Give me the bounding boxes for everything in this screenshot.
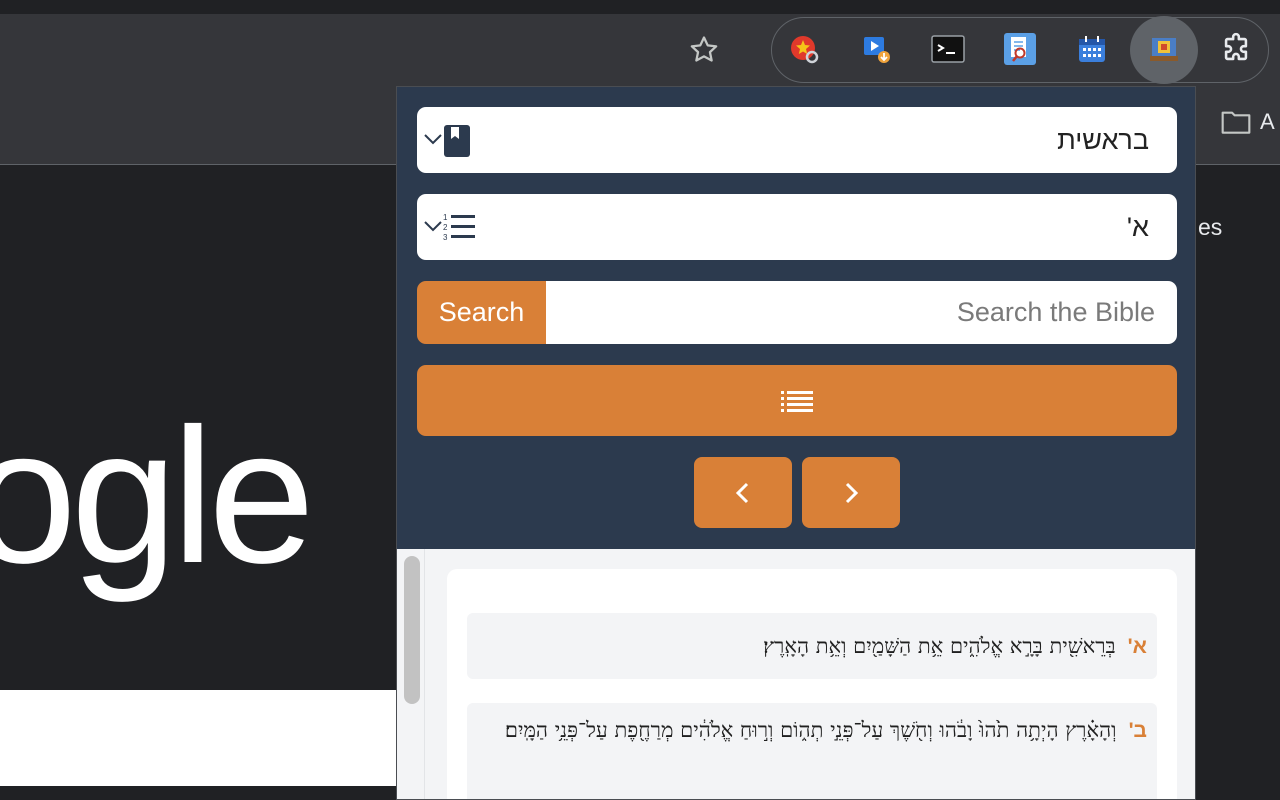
- verse-item: ב' וְהָאָ֗רֶץ הָיְתָ֥ה תֹ֙הוּ֙ וָבֹ֔הוּ ו…: [467, 703, 1157, 799]
- calendar-icon: [1079, 36, 1105, 62]
- verse-text: וְהָאָ֗רֶץ הָיְתָ֥ה תֹ֙הוּ֙ וָבֹ֔הוּ וְח…: [504, 718, 1117, 742]
- video-download-icon: [864, 37, 890, 63]
- book-select-value: בראשית: [1057, 125, 1149, 155]
- chevron-down-icon: [424, 221, 442, 232]
- bookmark-folder[interactable]: A: [1220, 108, 1275, 136]
- chapter-select-value: א': [1126, 212, 1149, 242]
- tab-strip: [0, 0, 1280, 14]
- search-button[interactable]: Search: [417, 281, 546, 344]
- bible-extension-popup: בראשית א' 123 Search א' בְּרֵאשִׁ֖ית בָּר…: [396, 86, 1196, 800]
- chevron-right-icon: [845, 482, 859, 503]
- table-of-contents-button[interactable]: [417, 365, 1177, 436]
- svg-text:2: 2: [443, 223, 448, 232]
- extension-bible-app-button[interactable]: [1146, 31, 1182, 67]
- bible-app-icon: [1150, 38, 1178, 61]
- chevron-left-icon: [735, 482, 749, 503]
- extension-star-search-button[interactable]: [786, 31, 822, 67]
- previous-chapter-button[interactable]: [694, 457, 792, 528]
- popup-header: בראשית א' 123 Search: [397, 87, 1195, 549]
- svg-text:3: 3: [443, 233, 448, 241]
- extension-document-search-button[interactable]: [1002, 31, 1038, 67]
- bookmark-folder-label: A: [1260, 109, 1275, 134]
- star-icon: [690, 36, 718, 62]
- verse-text: בְּרֵאשִׁ֖ית בָּרָ֣א אֱלֹהִ֑ים אֵ֥ת הַשָ…: [763, 634, 1116, 658]
- terminal-icon: [931, 35, 965, 63]
- search-input[interactable]: [546, 281, 1177, 344]
- svg-text:1: 1: [443, 213, 448, 222]
- verse-number: א': [1127, 635, 1147, 658]
- book-icon: [444, 125, 470, 157]
- google-logo: ogle: [0, 388, 315, 603]
- extension-terminal-button[interactable]: [930, 31, 966, 67]
- verse-item: א' בְּרֵאשִׁ֖ית בָּרָ֣א אֱלֹהִ֑ים אֵ֥ת הַ…: [467, 613, 1157, 679]
- puzzle-icon: [1224, 32, 1248, 61]
- next-chapter-button[interactable]: [802, 457, 900, 528]
- chapter-select[interactable]: א' 123: [417, 194, 1177, 260]
- scrollbar-thumb[interactable]: [404, 556, 420, 704]
- background-search-bar: [0, 690, 410, 786]
- folder-icon: [1221, 111, 1251, 134]
- book-select[interactable]: בראשית: [417, 107, 1177, 173]
- list-icon: [781, 390, 813, 412]
- extensions-menu-button[interactable]: [1218, 31, 1254, 67]
- numbered-list-icon: 123: [443, 213, 475, 241]
- bookmark-star-button[interactable]: [684, 30, 724, 70]
- chevron-down-icon: [424, 134, 442, 145]
- extension-calendar-button[interactable]: [1074, 31, 1110, 67]
- chapter-text-card: א' בְּרֵאשִׁ֖ית בָּרָ֣א אֱלֹהִ֑ים אֵ֥ת הַ…: [447, 569, 1177, 799]
- verse-number: ב': [1128, 719, 1147, 742]
- star-search-icon: [791, 36, 819, 64]
- document-search-icon: [1004, 33, 1036, 65]
- background-link-fragment: es: [1198, 214, 1223, 240]
- extension-video-download-button[interactable]: [858, 31, 894, 67]
